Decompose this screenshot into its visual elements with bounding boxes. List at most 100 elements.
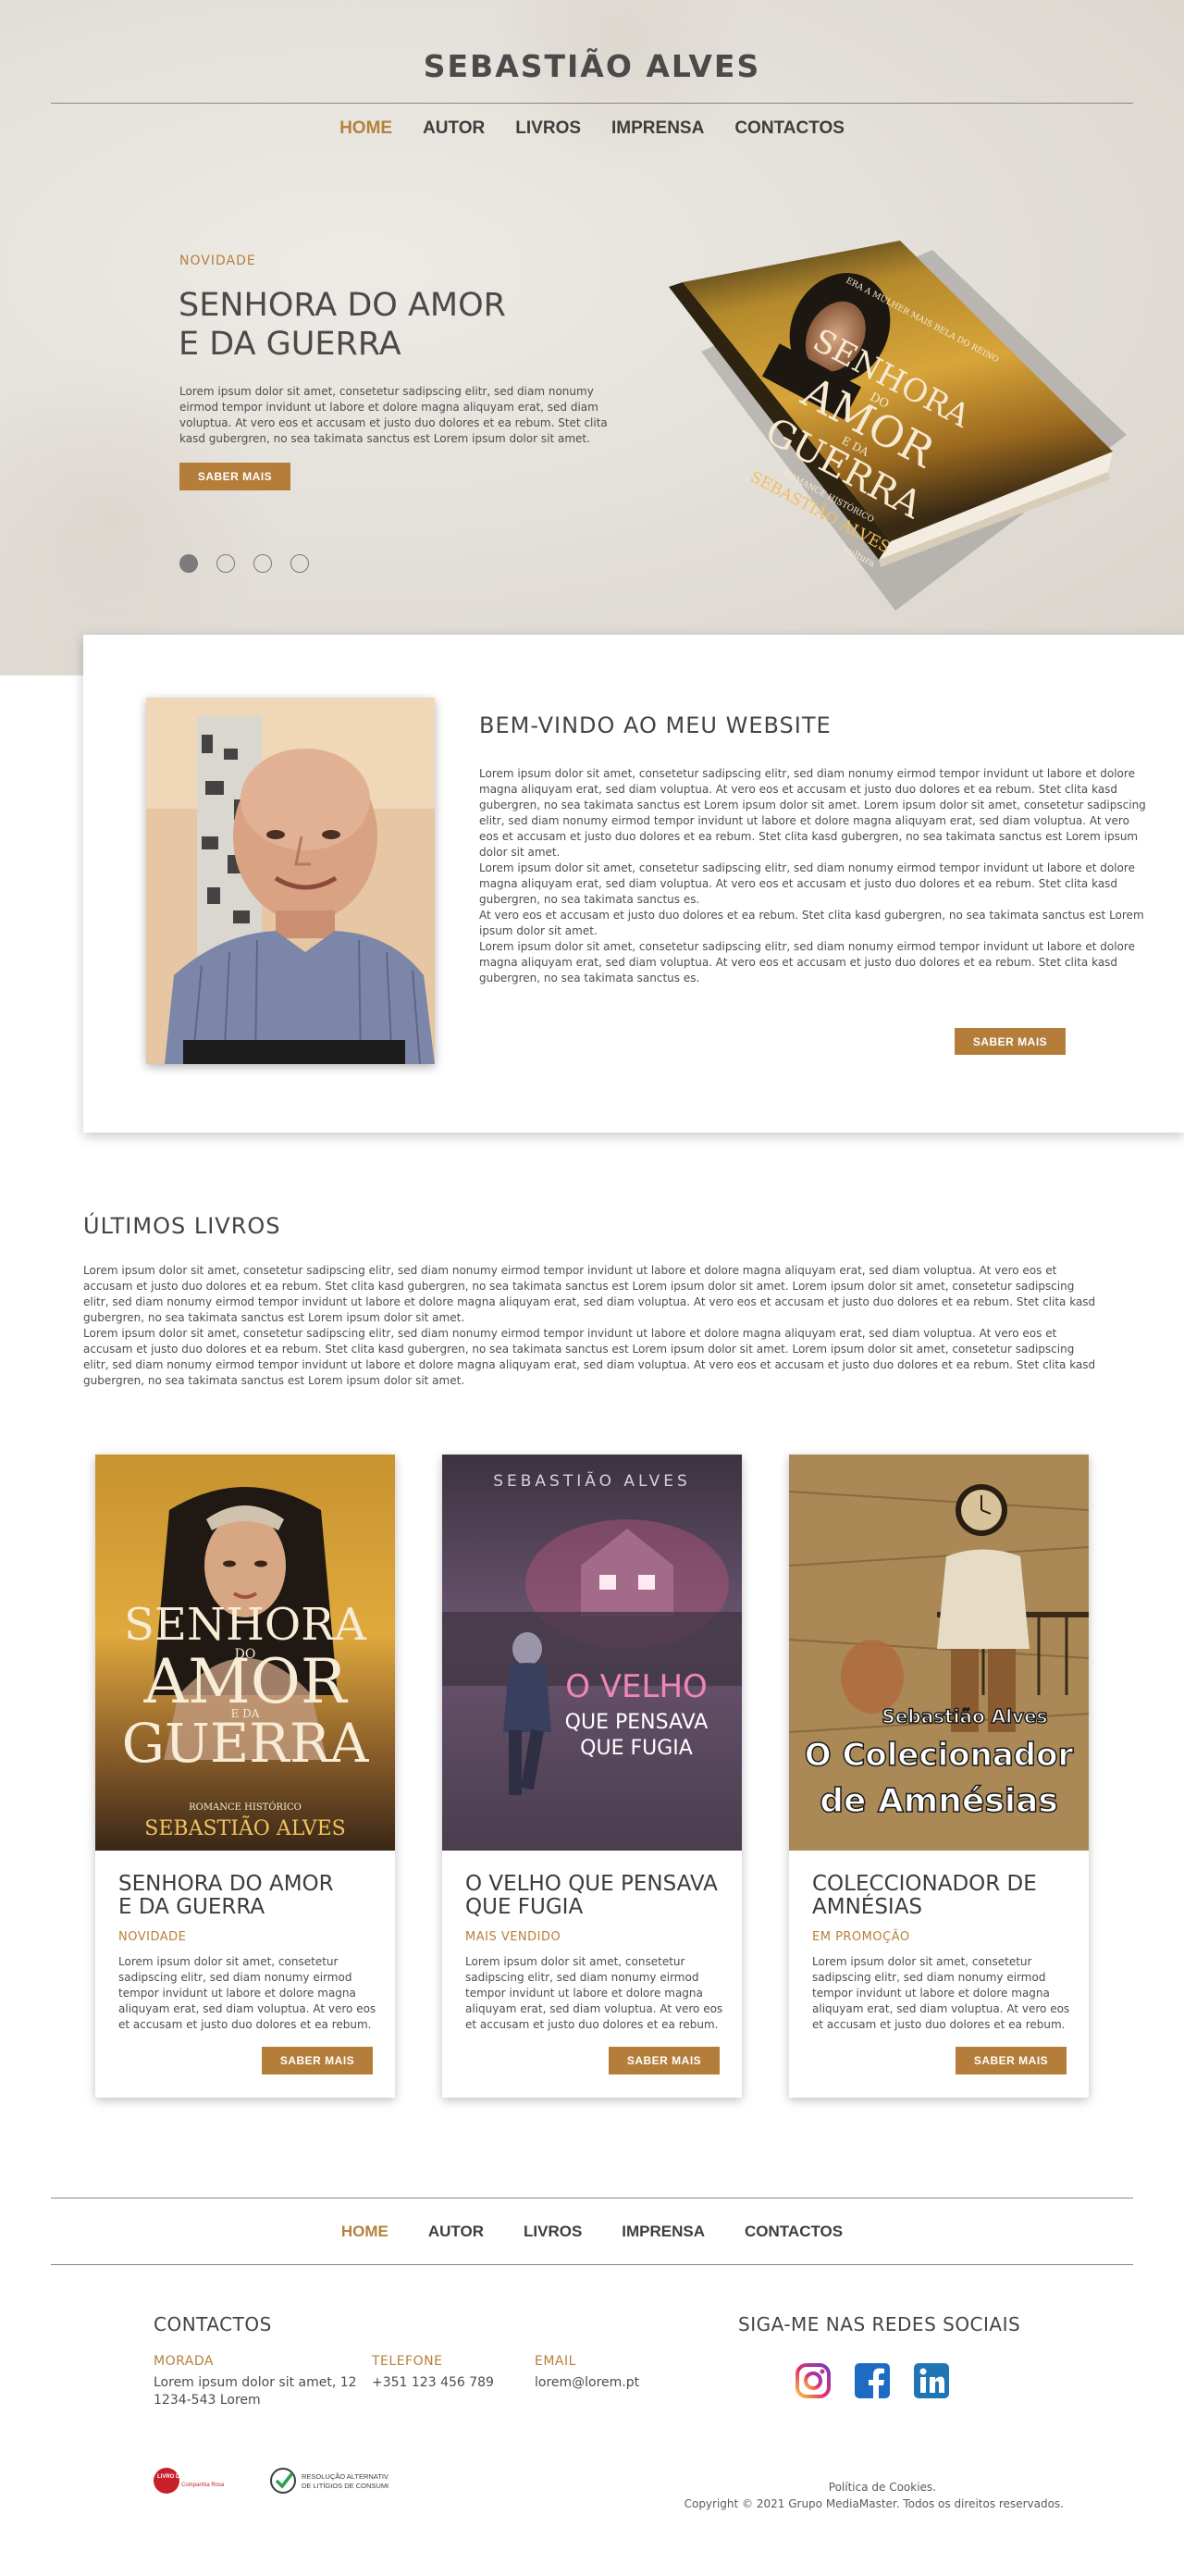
header-divider [51, 103, 1133, 104]
book-cover-senhora-do-amor[interactable]: SENHORA DO AMOR E DA GUERRA ROMANCE HIST… [95, 1455, 395, 1851]
instagram-icon[interactable] [795, 2362, 832, 2399]
latest-books-intro: Lorem ipsum dolor sit amet, consetetur s… [83, 1263, 1101, 1389]
latest-books-paragraph: Lorem ipsum dolor sit amet, consetetur s… [83, 1327, 1096, 1387]
cover-author: SEBASTIÃO ALVES [493, 1470, 691, 1491]
social-icons [795, 2362, 950, 2399]
contact-email: EMAIL lorem@lorem.pt [535, 2354, 639, 2392]
address-line2: 1234-543 Lorem [154, 2393, 261, 2408]
book-saber-mais-button[interactable]: SABER MAIS [609, 2047, 720, 2074]
phone-label: TELEFONE [372, 2354, 443, 2369]
contact-address: MORADA Lorem ipsum dolor sit amet, 12 12… [154, 2354, 357, 2409]
slider-dot-4[interactable] [290, 554, 309, 573]
ral-logo-line1: RESOLUÇÃO ALTERNATIVA [302, 2472, 388, 2481]
book-card-senhora-do-amor: SENHORA DO AMOR E DA GUERRA ROMANCE HIST… [95, 1455, 395, 2098]
cover-word2: de Amnésias [820, 1782, 1058, 1820]
book-title-line1: O VELHO QUE PENSAVA [465, 1872, 718, 1896]
hero-description: Lorem ipsum dolor sit amet, consetetur s… [179, 385, 608, 445]
book-title-line2: E DA GUERRA [118, 1895, 265, 1919]
linkedin-icon[interactable] [913, 2362, 950, 2399]
book-saber-mais-button[interactable]: SABER MAIS [262, 2047, 373, 2074]
nav-contactos[interactable]: CONTACTOS [734, 118, 845, 139]
book-title-line2: AMNÉSIAS [812, 1895, 923, 1919]
welcome-text: Lorem ipsum dolor sit amet, consetetur s… [479, 766, 1151, 986]
footer-legal: Política de Cookies. Copyright © 2021 Gr… [648, 2479, 1064, 2512]
book-card-o-velho: SEBASTIÃO ALVES O VELHO QUE PENSAVA QUE … [442, 1455, 742, 2098]
footer-nav-autor[interactable]: AUTOR [428, 2223, 484, 2241]
latest-books-paragraph: Lorem ipsum dolor sit amet, consetetur s… [83, 1264, 1096, 1324]
book-title: O VELHO QUE PENSAVA QUE FUGIA [465, 1873, 734, 1919]
hero-book-image[interactable]: ERA A MULHER MAIS BELA DO REINO SENHORA … [664, 241, 1127, 629]
contact-phone: TELEFONE +351 123 456 789 [372, 2354, 494, 2392]
slider-dot-3[interactable] [253, 554, 272, 573]
hero-saber-mais-button[interactable]: SABER MAIS [179, 463, 290, 490]
slider-dot-1[interactable] [179, 554, 198, 573]
book-title-line1: COLECCIONADOR DE [812, 1872, 1037, 1896]
author-photo [146, 698, 435, 1064]
contacts-title: CONTACTOS [154, 2313, 272, 2335]
nav-livros[interactable]: LIVROS [515, 118, 581, 139]
footer-nav-livros[interactable]: LIVROS [524, 2223, 582, 2241]
footer-nav-imprensa[interactable]: IMPRENSA [622, 2223, 705, 2241]
welcome-title: BEM-VINDO AO MEU WEBSITE [479, 712, 832, 738]
welcome-paragraph: Lorem ipsum dolor sit amet, consetetur s… [479, 767, 1146, 859]
cover-author: SEBASTIÃO ALVES [144, 1814, 345, 1840]
cover-genre: ROMANCE HISTÓRICO [189, 1802, 302, 1813]
nav-imprensa[interactable]: IMPRENSA [611, 118, 704, 139]
email-value[interactable]: lorem@lorem.pt [535, 2374, 639, 2392]
footer-divider-bottom [51, 2264, 1133, 2265]
welcome-paragraph: Lorem ipsum dolor sit amet, consetetur s… [479, 940, 1135, 985]
nav-autor[interactable]: AUTOR [423, 118, 485, 139]
email-label: EMAIL [535, 2354, 576, 2369]
hero-title-line2: E DA GUERRA [179, 326, 401, 363]
cover-word2: QUE PENSAVA [565, 1711, 709, 1734]
book-card-colecionador: Sebastião Alves O Colecionador de Amnési… [789, 1455, 1089, 2098]
main-nav: HOME AUTOR LIVROS IMPRENSA CONTACTOS [0, 118, 1184, 139]
slider-dot-2[interactable] [216, 554, 235, 573]
livro-reclamacoes-logo-subtext: Companhia Rosa [181, 2483, 225, 2488]
book-saber-mais-button[interactable]: SABER MAIS [956, 2047, 1067, 2074]
footer-nav: HOME AUTOR LIVROS IMPRENSA CONTACTOS [0, 2223, 1184, 2241]
welcome-paragraph: At vero eos et accusam et justo duo dolo… [479, 909, 1144, 937]
book-description: Lorem ipsum dolor sit amet, consetetur s… [465, 1955, 723, 2031]
book-description: Lorem ipsum dolor sit amet, consetetur s… [118, 1955, 376, 2031]
phone-value[interactable]: +351 123 456 789 [372, 2374, 494, 2392]
hero-title: SENHORA DO AMOR E DA GUERRA [179, 286, 697, 364]
livro-reclamacoes-logo[interactable]: LIVRO DE RECLAMAÇÕES Companhia Rosa [154, 2464, 231, 2497]
slider-dots [179, 554, 309, 573]
hero-title-line1: SENHORA DO AMOR [179, 287, 506, 324]
book-description: Lorem ipsum dolor sit amet, consetetur s… [812, 1955, 1070, 2031]
book-title-line1: SENHORA DO AMOR [118, 1872, 334, 1896]
cover-word1: SENHORA [124, 1599, 367, 1651]
cover-word3: QUE FUGIA [580, 1737, 693, 1760]
hero-badge: NOVIDADE [179, 254, 256, 268]
copyright-text: Copyright © 2021 Grupo MediaMaster. Todo… [684, 2497, 1064, 2510]
book-cover-o-velho[interactable]: SEBASTIÃO ALVES O VELHO QUE PENSAVA QUE … [442, 1455, 742, 1851]
hero-banner: SEBASTIÃO ALVES HOME AUTOR LIVROS IMPREN… [0, 0, 1184, 685]
legal-logos: LIVRO DE RECLAMAÇÕES Companhia Rosa RESO… [154, 2464, 388, 2497]
footer-nav-contactos[interactable]: CONTACTOS [745, 2223, 843, 2241]
welcome-saber-mais-button[interactable]: SABER MAIS [955, 1028, 1066, 1055]
ral-logo[interactable]: RESOLUÇÃO ALTERNATIVA DE LITÍGIOS DE CON… [268, 2464, 388, 2497]
address-line1: Lorem ipsum dolor sit amet, 12 [154, 2375, 357, 2390]
address-label: MORADA [154, 2354, 214, 2369]
welcome-card: BEM-VINDO AO MEU WEBSITE Lorem ipsum dol… [83, 635, 1184, 1133]
site-title: SEBASTIÃO ALVES [423, 48, 761, 84]
book-tag: MAIS VENDIDO [465, 1930, 561, 1944]
latest-books-title: ÚLTIMOS LIVROS [83, 1213, 281, 1239]
book-tag: NOVIDADE [118, 1930, 187, 1944]
cover-word5: GUERRA [122, 1712, 370, 1775]
book-cover-colecionador[interactable]: Sebastião Alves O Colecionador de Amnési… [789, 1455, 1089, 1851]
facebook-icon[interactable] [854, 2362, 891, 2399]
book-title: COLECCIONADOR DE AMNÉSIAS [812, 1873, 1080, 1919]
livro-reclamacoes-logo-text: LIVRO DE RECLAMAÇÕES [157, 2473, 228, 2480]
ral-logo-line2: DE LITÍGIOS DE CONSUMO [302, 2482, 388, 2490]
book-tag: EM PROMOÇÃO [812, 1930, 910, 1944]
social-title: SIGA-ME NAS REDES SOCIAIS [738, 2313, 1021, 2335]
footer-nav-home[interactable]: HOME [341, 2223, 388, 2241]
welcome-paragraph: Lorem ipsum dolor sit amet, consetetur s… [479, 861, 1135, 906]
cookies-policy-link[interactable]: Política de Cookies. [648, 2479, 1064, 2496]
cover-author: Sebastião Alves [882, 1705, 1047, 1728]
nav-home[interactable]: HOME [339, 118, 392, 139]
cover-word1: O VELHO [565, 1668, 708, 1705]
author-portrait-image [146, 698, 435, 1064]
